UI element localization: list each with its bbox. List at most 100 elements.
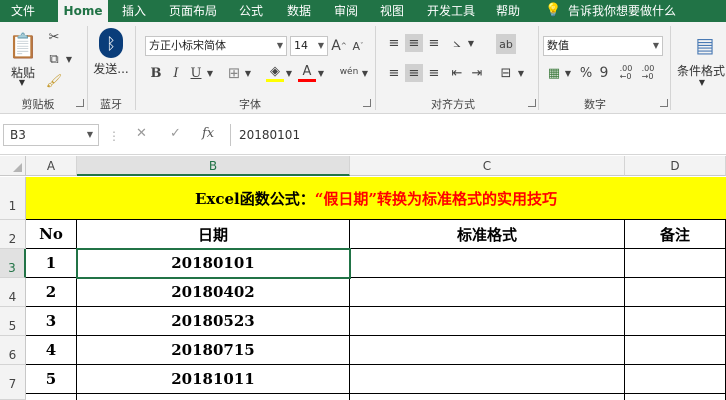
cell-remarks[interactable] [625, 249, 726, 278]
column-header-d[interactable]: D [625, 156, 726, 176]
cell-standard-format[interactable] [350, 394, 625, 400]
column-header-a[interactable]: A [26, 156, 77, 176]
bluetooth-icon[interactable]: ᛒ [99, 28, 123, 58]
name-box[interactable]: B3 ▼ [3, 124, 99, 146]
conditional-dropdown-icon[interactable]: ▼ [690, 78, 714, 87]
cell-remarks[interactable] [625, 365, 726, 394]
cell-date[interactable] [77, 394, 350, 400]
cell-no[interactable] [26, 394, 77, 400]
tab-home[interactable]: Home [58, 0, 108, 23]
tab-help[interactable]: 帮助 [490, 0, 526, 22]
row-header-4[interactable]: 4 [0, 278, 26, 307]
accounting-dropdown-icon[interactable]: ▼ [563, 64, 573, 82]
cell-no[interactable]: 1 [26, 249, 77, 278]
tab-view[interactable]: 视图 [374, 0, 410, 22]
copy-dropdown-icon[interactable]: ▼ [64, 50, 74, 68]
row-header-5[interactable]: 5 [0, 307, 26, 336]
header-no[interactable]: No [26, 220, 77, 249]
italic-icon[interactable]: I [168, 64, 184, 82]
phonetic-dropdown-icon[interactable]: ▼ [360, 64, 370, 82]
underline-dropdown-icon[interactable]: ▼ [205, 64, 215, 82]
lightbulb-icon[interactable]: 💡 [545, 0, 565, 22]
column-header-b[interactable]: B [77, 156, 350, 176]
cell-no[interactable]: 5 [26, 365, 77, 394]
cell-standard-format[interactable] [350, 336, 625, 365]
merge-center-icon[interactable]: ⊟ [496, 64, 516, 82]
paste-icon[interactable]: 📋 [8, 30, 38, 62]
conditional-formatting-icon[interactable]: ▤ [692, 30, 718, 60]
header-standard-format[interactable]: 标准格式 [350, 220, 625, 249]
clipboard-launcher-icon[interactable] [76, 99, 84, 107]
tab-data[interactable]: 数据 [281, 0, 317, 22]
fill-color-dropdown-icon[interactable]: ▼ [284, 64, 294, 82]
phonetic-guide-icon[interactable]: wén [338, 62, 360, 82]
decrease-indent-icon[interactable]: ⇤ [448, 64, 466, 82]
chevron-down-icon[interactable]: ▼ [87, 125, 93, 145]
orientation-icon[interactable]: ⦣ [448, 34, 466, 52]
row-header-6[interactable]: 6 [0, 336, 26, 365]
tab-developer[interactable]: 开发工具 [420, 0, 482, 22]
align-center-icon[interactable]: ≡ [405, 64, 423, 82]
cell-remarks[interactable] [625, 278, 726, 307]
copy-icon[interactable]: ⧉ [44, 50, 64, 68]
shrink-font-icon[interactable]: Aˇ [350, 37, 366, 55]
font-size-select[interactable]: 14 ▼ [290, 36, 328, 56]
cell-remarks[interactable] [625, 394, 726, 400]
column-header-c[interactable]: C [350, 156, 625, 176]
cell-no[interactable]: 2 [26, 278, 77, 307]
row-header-2[interactable]: 2 [0, 220, 26, 249]
cell-standard-format[interactable] [350, 307, 625, 336]
align-middle-icon[interactable]: ≡ [405, 34, 423, 52]
borders-icon[interactable]: ⊞ [225, 64, 243, 82]
tell-me-box[interactable]: 告诉我你想要做什么 [568, 0, 726, 22]
select-all-button[interactable] [0, 156, 26, 176]
comma-style-icon[interactable]: 9 [596, 64, 612, 82]
row-header-7[interactable]: 7 [0, 365, 26, 400]
increase-indent-icon[interactable]: ⇥ [468, 64, 486, 82]
fill-color-icon[interactable]: ◈ [266, 64, 284, 82]
cell-standard-format[interactable] [350, 278, 625, 307]
align-bottom-icon[interactable]: ≡ [425, 34, 443, 52]
cell-standard-format[interactable] [350, 365, 625, 394]
cell-standard-format[interactable] [350, 249, 625, 278]
align-left-icon[interactable]: ≡ [385, 64, 403, 82]
number-format-select[interactable]: 数值 ▼ [543, 36, 663, 56]
cell-date[interactable]: 20180715 [77, 336, 350, 365]
cell-date[interactable]: 20180523 [77, 307, 350, 336]
cell-no[interactable]: 4 [26, 336, 77, 365]
font-color-dropdown-icon[interactable]: ▼ [316, 64, 326, 82]
tab-formulas[interactable]: 公式 [233, 0, 269, 22]
alignment-launcher-icon[interactable] [528, 99, 536, 107]
tab-page-layout[interactable]: 页面布局 [162, 0, 224, 22]
font-name-select[interactable]: 方正小标宋简体 ▼ [145, 36, 287, 56]
cell-date[interactable]: 20181011 [77, 365, 350, 394]
decrease-decimal-icon[interactable]: .00 →0 [638, 64, 658, 82]
bluetooth-send-button[interactable]: 发送... [92, 62, 130, 76]
cell-remarks[interactable] [625, 307, 726, 336]
conditional-formatting-button[interactable]: 条件格式 [676, 62, 726, 79]
font-color-icon[interactable]: A [298, 64, 316, 82]
merge-dropdown-icon[interactable]: ▼ [516, 64, 526, 82]
tab-review[interactable]: 审阅 [328, 0, 364, 22]
wrap-text-icon[interactable]: ab [496, 34, 516, 54]
insert-function-icon[interactable]: fx [202, 126, 214, 141]
enter-icon[interactable]: ✓ [170, 126, 181, 141]
number-launcher-icon[interactable] [660, 99, 668, 107]
format-painter-icon[interactable]: 🖌 [44, 72, 64, 90]
percent-style-icon[interactable]: % [578, 64, 594, 82]
increase-decimal-icon[interactable]: .00 ←0 [616, 64, 636, 82]
underline-icon[interactable]: U [188, 64, 204, 82]
cancel-icon[interactable]: ✕ [136, 126, 147, 141]
tab-insert[interactable]: 插入 [116, 0, 152, 22]
grow-font-icon[interactable]: A ^ [331, 37, 347, 55]
align-top-icon[interactable]: ≡ [385, 34, 403, 52]
align-right-icon[interactable]: ≡ [425, 64, 443, 82]
cell-date[interactable]: 20180402 [77, 278, 350, 307]
tab-file[interactable]: 文件 [0, 0, 46, 22]
orientation-dropdown-icon[interactable]: ▼ [466, 34, 476, 52]
cell-no[interactable]: 3 [26, 307, 77, 336]
row-header-1[interactable]: 1 [0, 177, 26, 220]
row-header-3[interactable]: 3 [0, 249, 26, 278]
accounting-format-icon[interactable]: ▦ [545, 64, 563, 82]
formula-input[interactable]: 20180101 [230, 124, 726, 146]
